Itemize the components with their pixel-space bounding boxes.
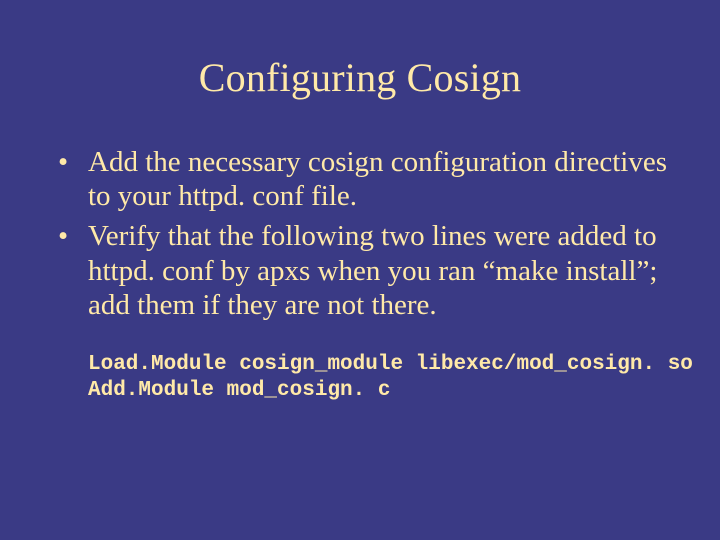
code-line: Load.Module cosign_module libexec/mod_co… bbox=[88, 353, 693, 376]
list-item: Verify that the following two lines were… bbox=[52, 219, 672, 322]
bullet-list: Add the necessary cosign configuration d… bbox=[48, 145, 672, 322]
code-block: Load.Module cosign_module libexec/mod_co… bbox=[88, 352, 672, 405]
slide: Configuring Cosign Add the necessary cos… bbox=[0, 0, 720, 540]
list-item: Add the necessary cosign configuration d… bbox=[52, 145, 672, 213]
slide-title: Configuring Cosign bbox=[48, 54, 672, 101]
code-line: Add.Module mod_cosign. c bbox=[88, 379, 390, 402]
